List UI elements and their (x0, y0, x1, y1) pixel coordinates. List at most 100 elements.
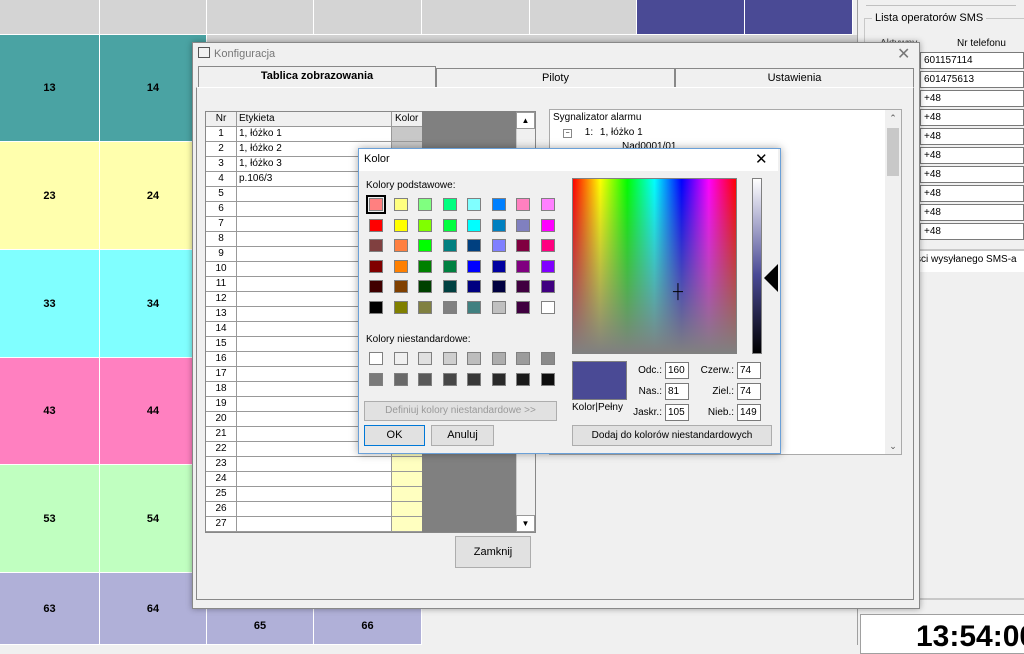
scroll-up-icon[interactable]: ▲ (516, 112, 535, 129)
tile-24[interactable]: 24 (100, 142, 207, 250)
tab-ustawienia[interactable]: Ustawienia (675, 68, 914, 87)
custom-color-swatch[interactable] (442, 373, 457, 386)
basic-color-swatch[interactable] (540, 198, 555, 211)
basic-color-swatch[interactable] (491, 280, 506, 293)
row-label[interactable] (237, 457, 392, 472)
basic-color-swatch[interactable] (366, 195, 386, 214)
row-label[interactable] (237, 502, 392, 517)
basic-color-swatch[interactable] (516, 218, 530, 232)
tab-piloty[interactable]: Piloty (436, 68, 675, 87)
row-color-cell[interactable] (392, 502, 422, 517)
basic-color-swatch[interactable] (491, 300, 506, 314)
tree-node-1[interactable]: − 1: 1, łóżko 1 (563, 127, 643, 138)
row-label[interactable] (237, 487, 392, 502)
close-icon[interactable]: ✕ (897, 44, 910, 64)
basic-color-swatch[interactable] (369, 300, 383, 314)
basic-color-swatch[interactable] (418, 198, 432, 211)
basic-color-swatch[interactable] (540, 239, 555, 252)
custom-color-swatch[interactable] (491, 373, 506, 386)
basic-color-swatch[interactable] (467, 218, 481, 232)
hue-field[interactable]: 160 (665, 362, 689, 379)
tile[interactable] (530, 0, 637, 35)
basic-color-swatch[interactable] (442, 280, 457, 293)
basic-color-swatch[interactable] (516, 198, 530, 211)
row-label[interactable] (237, 517, 392, 532)
row-color-cell[interactable] (392, 517, 422, 532)
tile[interactable] (314, 0, 422, 35)
row-color-cell[interactable] (392, 127, 422, 142)
row-label[interactable] (237, 472, 392, 487)
custom-color-swatch[interactable] (393, 373, 408, 386)
lum-field[interactable]: 105 (665, 404, 689, 421)
tree-scroll-thumb[interactable] (887, 128, 899, 176)
basic-color-swatch[interactable] (491, 239, 506, 252)
basic-color-swatch[interactable] (418, 280, 432, 293)
phone-field[interactable]: +48 (920, 166, 1024, 183)
luminance-arrow-icon[interactable] (764, 264, 778, 292)
basic-color-swatch[interactable] (393, 198, 408, 211)
table-row[interactable]: 24 (206, 472, 422, 487)
cancel-button[interactable]: Anuluj (431, 425, 494, 446)
tile-13[interactable]: 13 (0, 35, 100, 142)
custom-color-swatch[interactable] (418, 373, 432, 386)
custom-color-swatch[interactable] (369, 352, 383, 365)
basic-color-swatch[interactable] (442, 300, 457, 314)
basic-color-swatch[interactable] (467, 280, 481, 293)
basic-color-swatch[interactable] (540, 218, 555, 232)
custom-color-swatch[interactable] (491, 352, 506, 365)
tile[interactable] (100, 0, 207, 35)
basic-color-swatch[interactable] (491, 259, 506, 273)
tile-14[interactable]: 14 (100, 35, 207, 142)
table-row[interactable]: 25 (206, 487, 422, 502)
green-field[interactable]: 74 (737, 383, 761, 400)
basic-color-swatch[interactable] (491, 218, 506, 232)
tile-34[interactable]: 34 (100, 250, 207, 358)
basic-color-swatch[interactable] (491, 198, 506, 211)
basic-color-swatch[interactable] (418, 218, 432, 232)
color-dialog-close-icon[interactable]: ✕ (755, 150, 768, 168)
table-row[interactable]: 26 (206, 502, 422, 517)
tile-54[interactable]: 54 (100, 465, 207, 573)
custom-color-swatch[interactable] (393, 352, 408, 365)
chevron-down-icon[interactable]: ⌄ (885, 438, 901, 454)
custom-color-swatch[interactable] (540, 373, 555, 386)
ok-button[interactable]: OK (364, 425, 425, 446)
basic-color-swatch[interactable] (516, 239, 530, 252)
row-color-cell[interactable] (392, 487, 422, 502)
basic-color-swatch[interactable] (467, 300, 481, 314)
basic-color-swatch[interactable] (418, 300, 432, 314)
phone-field[interactable]: +48 (920, 128, 1024, 145)
tile[interactable] (0, 0, 100, 35)
phone-field[interactable]: +48 (920, 185, 1024, 202)
custom-color-swatch[interactable] (516, 352, 530, 365)
row-label[interactable]: 1, łóżko 1 (237, 127, 392, 142)
phone-field[interactable]: 601157114 (920, 52, 1024, 69)
tile[interactable] (422, 0, 530, 35)
color-spectrum[interactable] (572, 178, 737, 354)
table-row[interactable]: 23 (206, 457, 422, 472)
phone-field[interactable]: +48 (920, 109, 1024, 126)
blue-field[interactable]: 149 (737, 404, 761, 421)
tile[interactable] (745, 0, 853, 35)
crosshair-icon[interactable]: ┼ (673, 284, 683, 298)
basic-color-swatch[interactable] (442, 218, 457, 232)
basic-color-swatch[interactable] (369, 239, 383, 252)
tile-53[interactable]: 53 (0, 465, 100, 573)
basic-color-swatch[interactable] (369, 259, 383, 273)
basic-color-swatch[interactable] (369, 280, 383, 293)
basic-color-swatch[interactable] (393, 218, 408, 232)
custom-color-swatch[interactable] (516, 373, 530, 386)
basic-color-swatch[interactable] (467, 239, 481, 252)
basic-color-swatch[interactable] (540, 300, 555, 314)
close-button[interactable]: Zamknij (455, 536, 531, 568)
tile[interactable] (637, 0, 745, 35)
basic-color-swatch[interactable] (393, 239, 408, 252)
luminance-slider[interactable] (752, 178, 762, 354)
sat-field[interactable]: 81 (665, 383, 689, 400)
table-row[interactable]: 27 (206, 517, 422, 532)
basic-color-swatch[interactable] (418, 239, 432, 252)
phone-field[interactable]: +48 (920, 223, 1024, 240)
basic-color-swatch[interactable] (393, 280, 408, 293)
tile-63[interactable]: 63 (0, 573, 100, 645)
phone-field[interactable]: 601475613 (920, 71, 1024, 88)
